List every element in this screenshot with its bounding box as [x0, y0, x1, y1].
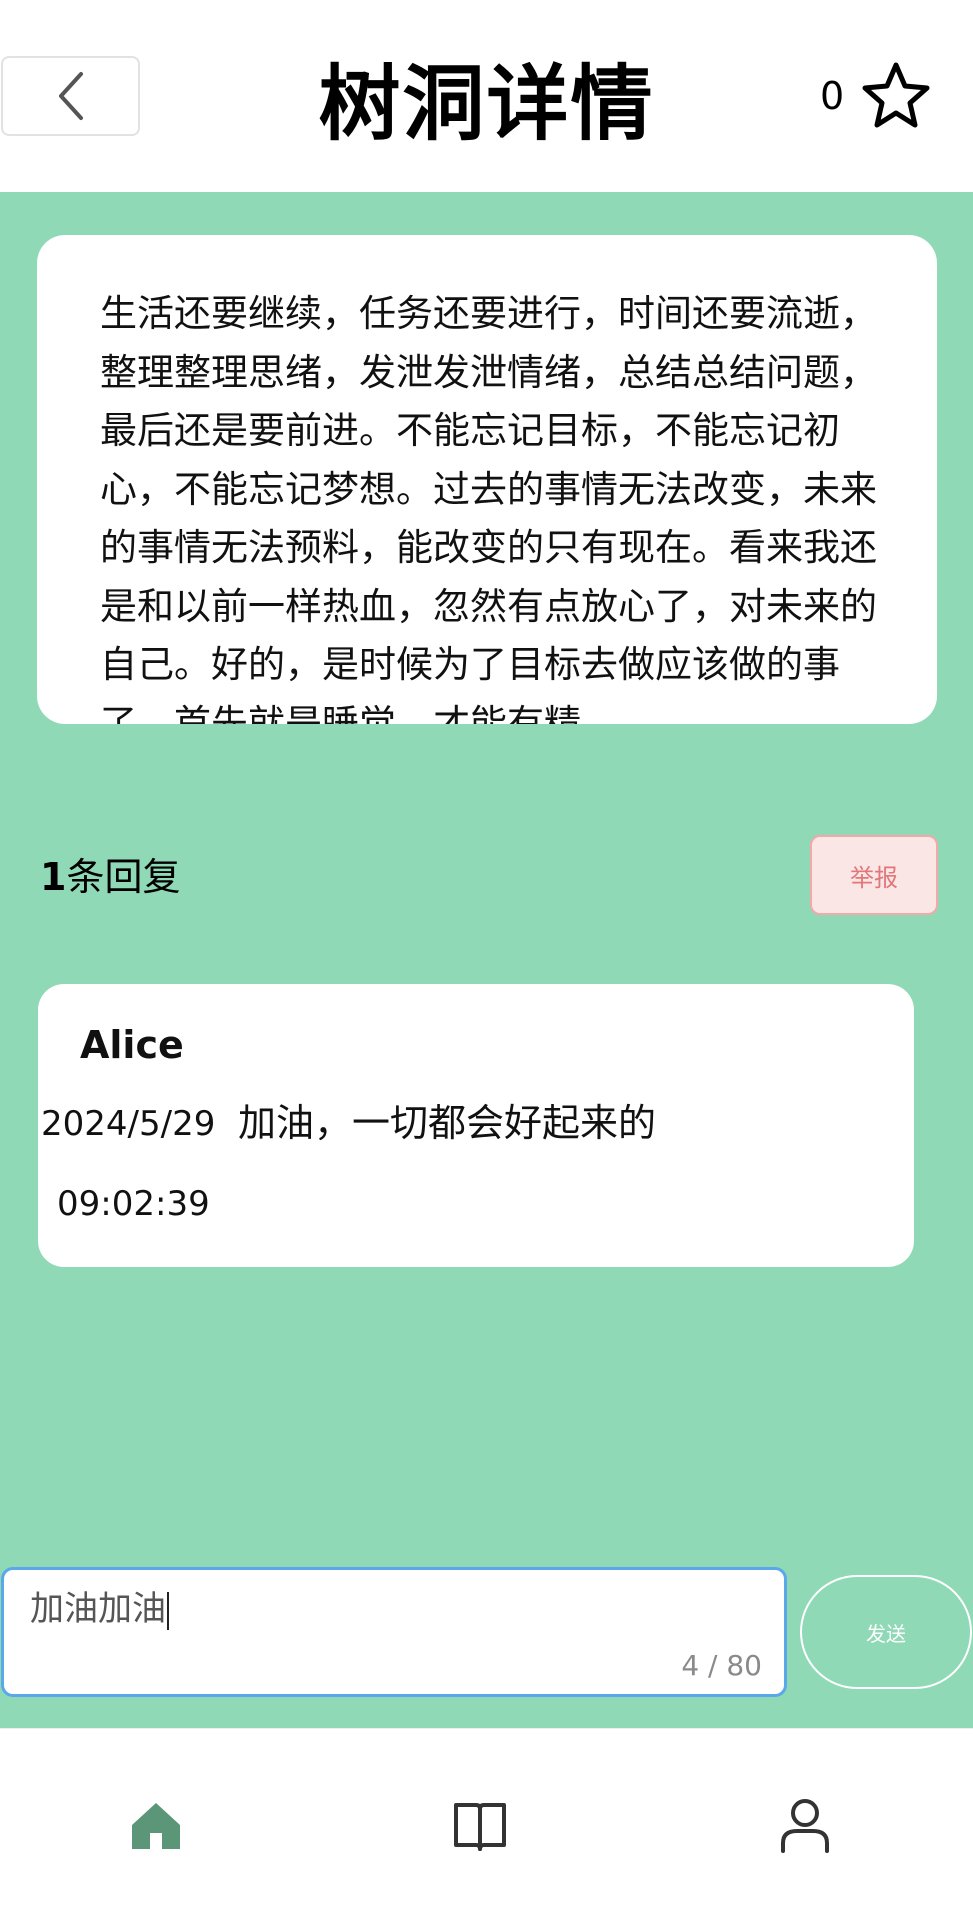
- char-counter: 4 / 80: [681, 1649, 762, 1682]
- post-content: 生活还要继续，任务还要进行，时间还要流逝，整理整理思绪，发泄发泄情绪，总结总结问…: [100, 292, 877, 724]
- report-button[interactable]: 举报: [810, 835, 938, 915]
- star-icon: [862, 62, 930, 128]
- nav-book[interactable]: [450, 1795, 510, 1855]
- reply-count: 1条回复: [40, 852, 180, 902]
- favorite-button[interactable]: [860, 60, 932, 132]
- app-root: 树洞详情 0 生活还要继续，任务还要进行，时间还要流逝，整理整理思绪，发泄发泄情…: [0, 0, 973, 1920]
- home-icon: [132, 1803, 180, 1849]
- reply-input-value[interactable]: 加油加油: [30, 1586, 169, 1632]
- header: 树洞详情 0: [0, 0, 973, 192]
- nav-profile[interactable]: [775, 1795, 835, 1855]
- reply-count-number: 1: [40, 855, 67, 899]
- user-icon: [781, 1799, 829, 1853]
- comment-time: 09:02:39: [57, 1184, 210, 1224]
- reply-input[interactable]: 加油加油 4 / 80: [1, 1567, 787, 1697]
- reply-count-label: 条回复: [66, 855, 181, 899]
- post-card[interactable]: 生活还要继续，任务还要进行，时间还要流逝，整理整理思绪，发泄发泄情绪，总结总结问…: [37, 235, 937, 724]
- text-caret: [167, 1591, 169, 1630]
- nav-home[interactable]: [126, 1795, 186, 1855]
- bottom-nav: [0, 1728, 973, 1920]
- star-count: 0: [820, 74, 845, 118]
- comment-card: Alice 2024/5/29 09:02:39 加油，一切都会好起来的: [38, 984, 914, 1267]
- comment-text: 加油，一切都会好起来的: [238, 1101, 657, 1145]
- main-content: 生活还要继续，任务还要进行，时间还要流逝，整理整理思绪，发泄发泄情绪，总结总结问…: [0, 192, 973, 1728]
- comment-date: 2024/5/29: [41, 1104, 216, 1144]
- book-icon: [454, 1803, 506, 1851]
- reply-input-text: 加油加油: [30, 1589, 166, 1629]
- send-button[interactable]: 发送: [800, 1575, 972, 1689]
- comment-author: Alice: [80, 1023, 184, 1067]
